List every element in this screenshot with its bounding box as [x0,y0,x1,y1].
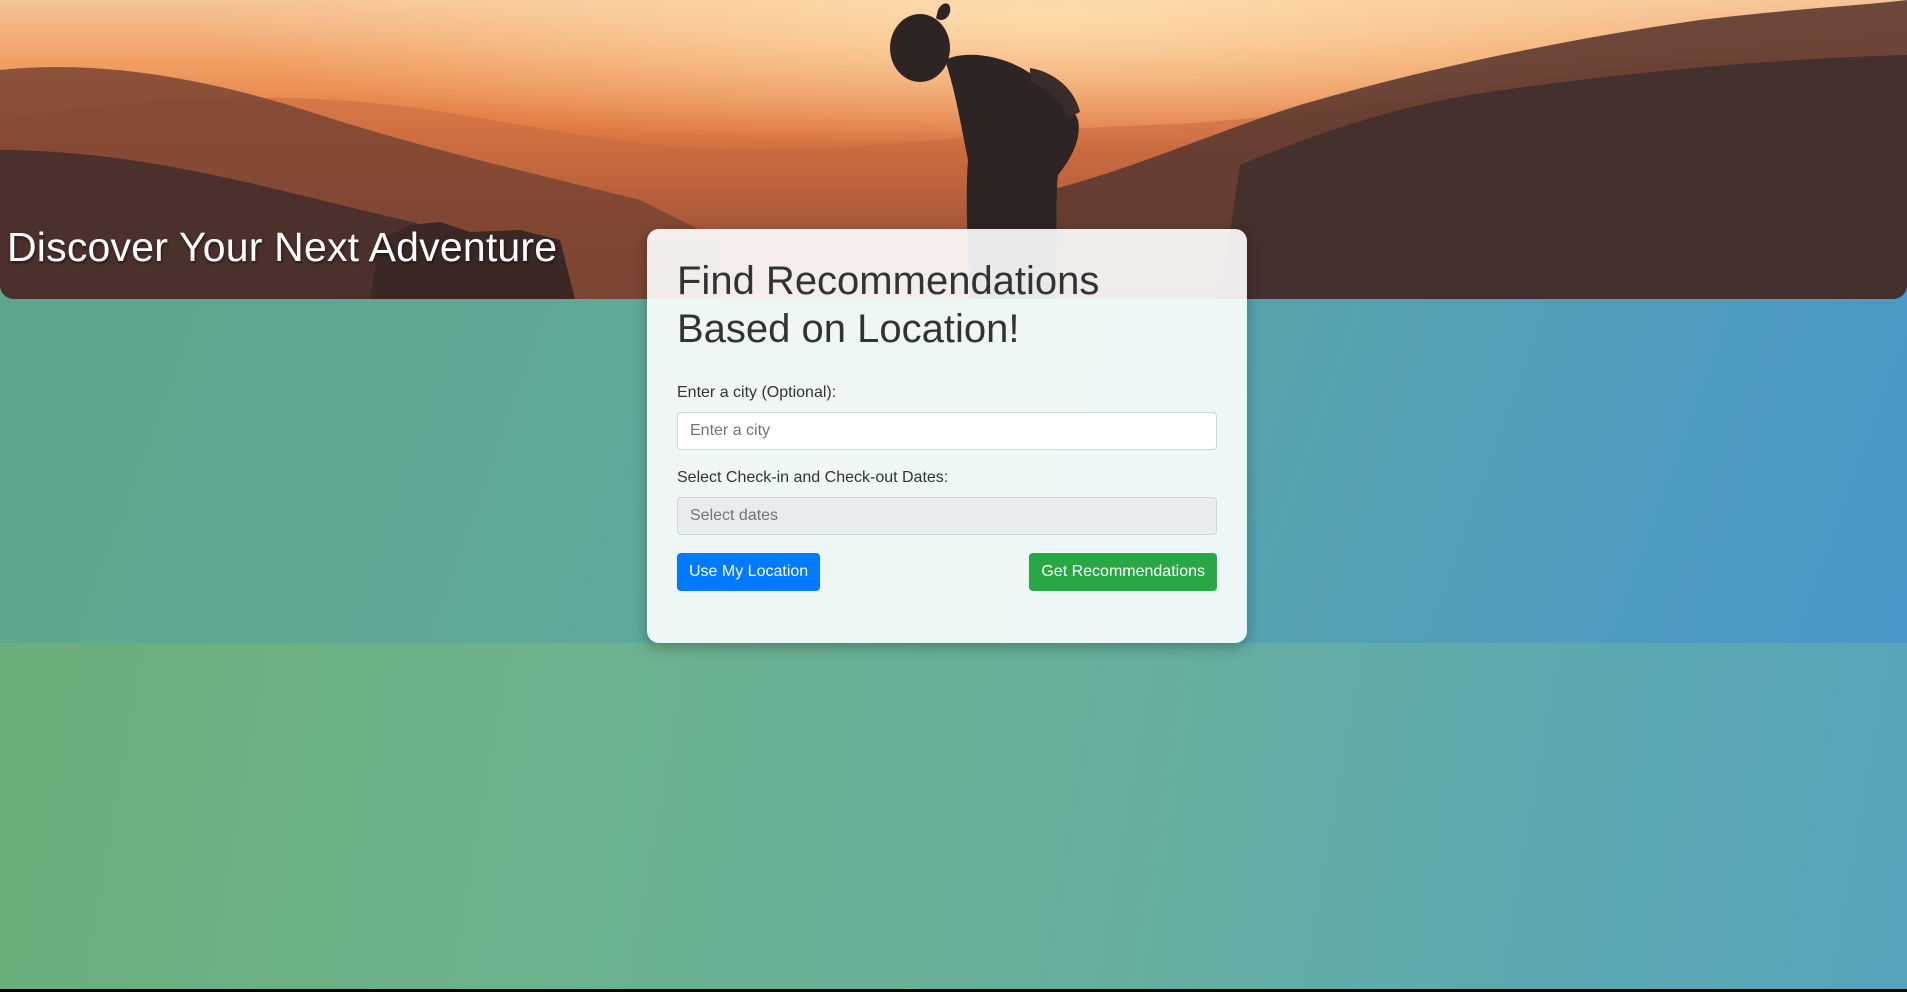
recommendation-card: Find Recommendations Based on Location! … [647,229,1247,643]
city-label: Enter a city (Optional): [677,384,837,401]
gradient-background-lower [0,643,1907,989]
use-my-location-button[interactable]: Use My Location [677,553,821,591]
dates-label: Select Check-in and Check-out Dates: [677,469,949,486]
city-input[interactable] [677,412,1217,450]
get-recommendations-button[interactable]: Get Recommendations [1029,553,1217,591]
date-range-input[interactable] [677,497,1217,535]
page: Discover Your Next Adventure Find Recomm… [0,0,1907,989]
card-title: Find Recommendations Based on Location! [677,259,1100,351]
hero-title: Discover Your Next Adventure [7,224,558,270]
card-actions: Use My Location Get Recommendations [677,553,1217,591]
